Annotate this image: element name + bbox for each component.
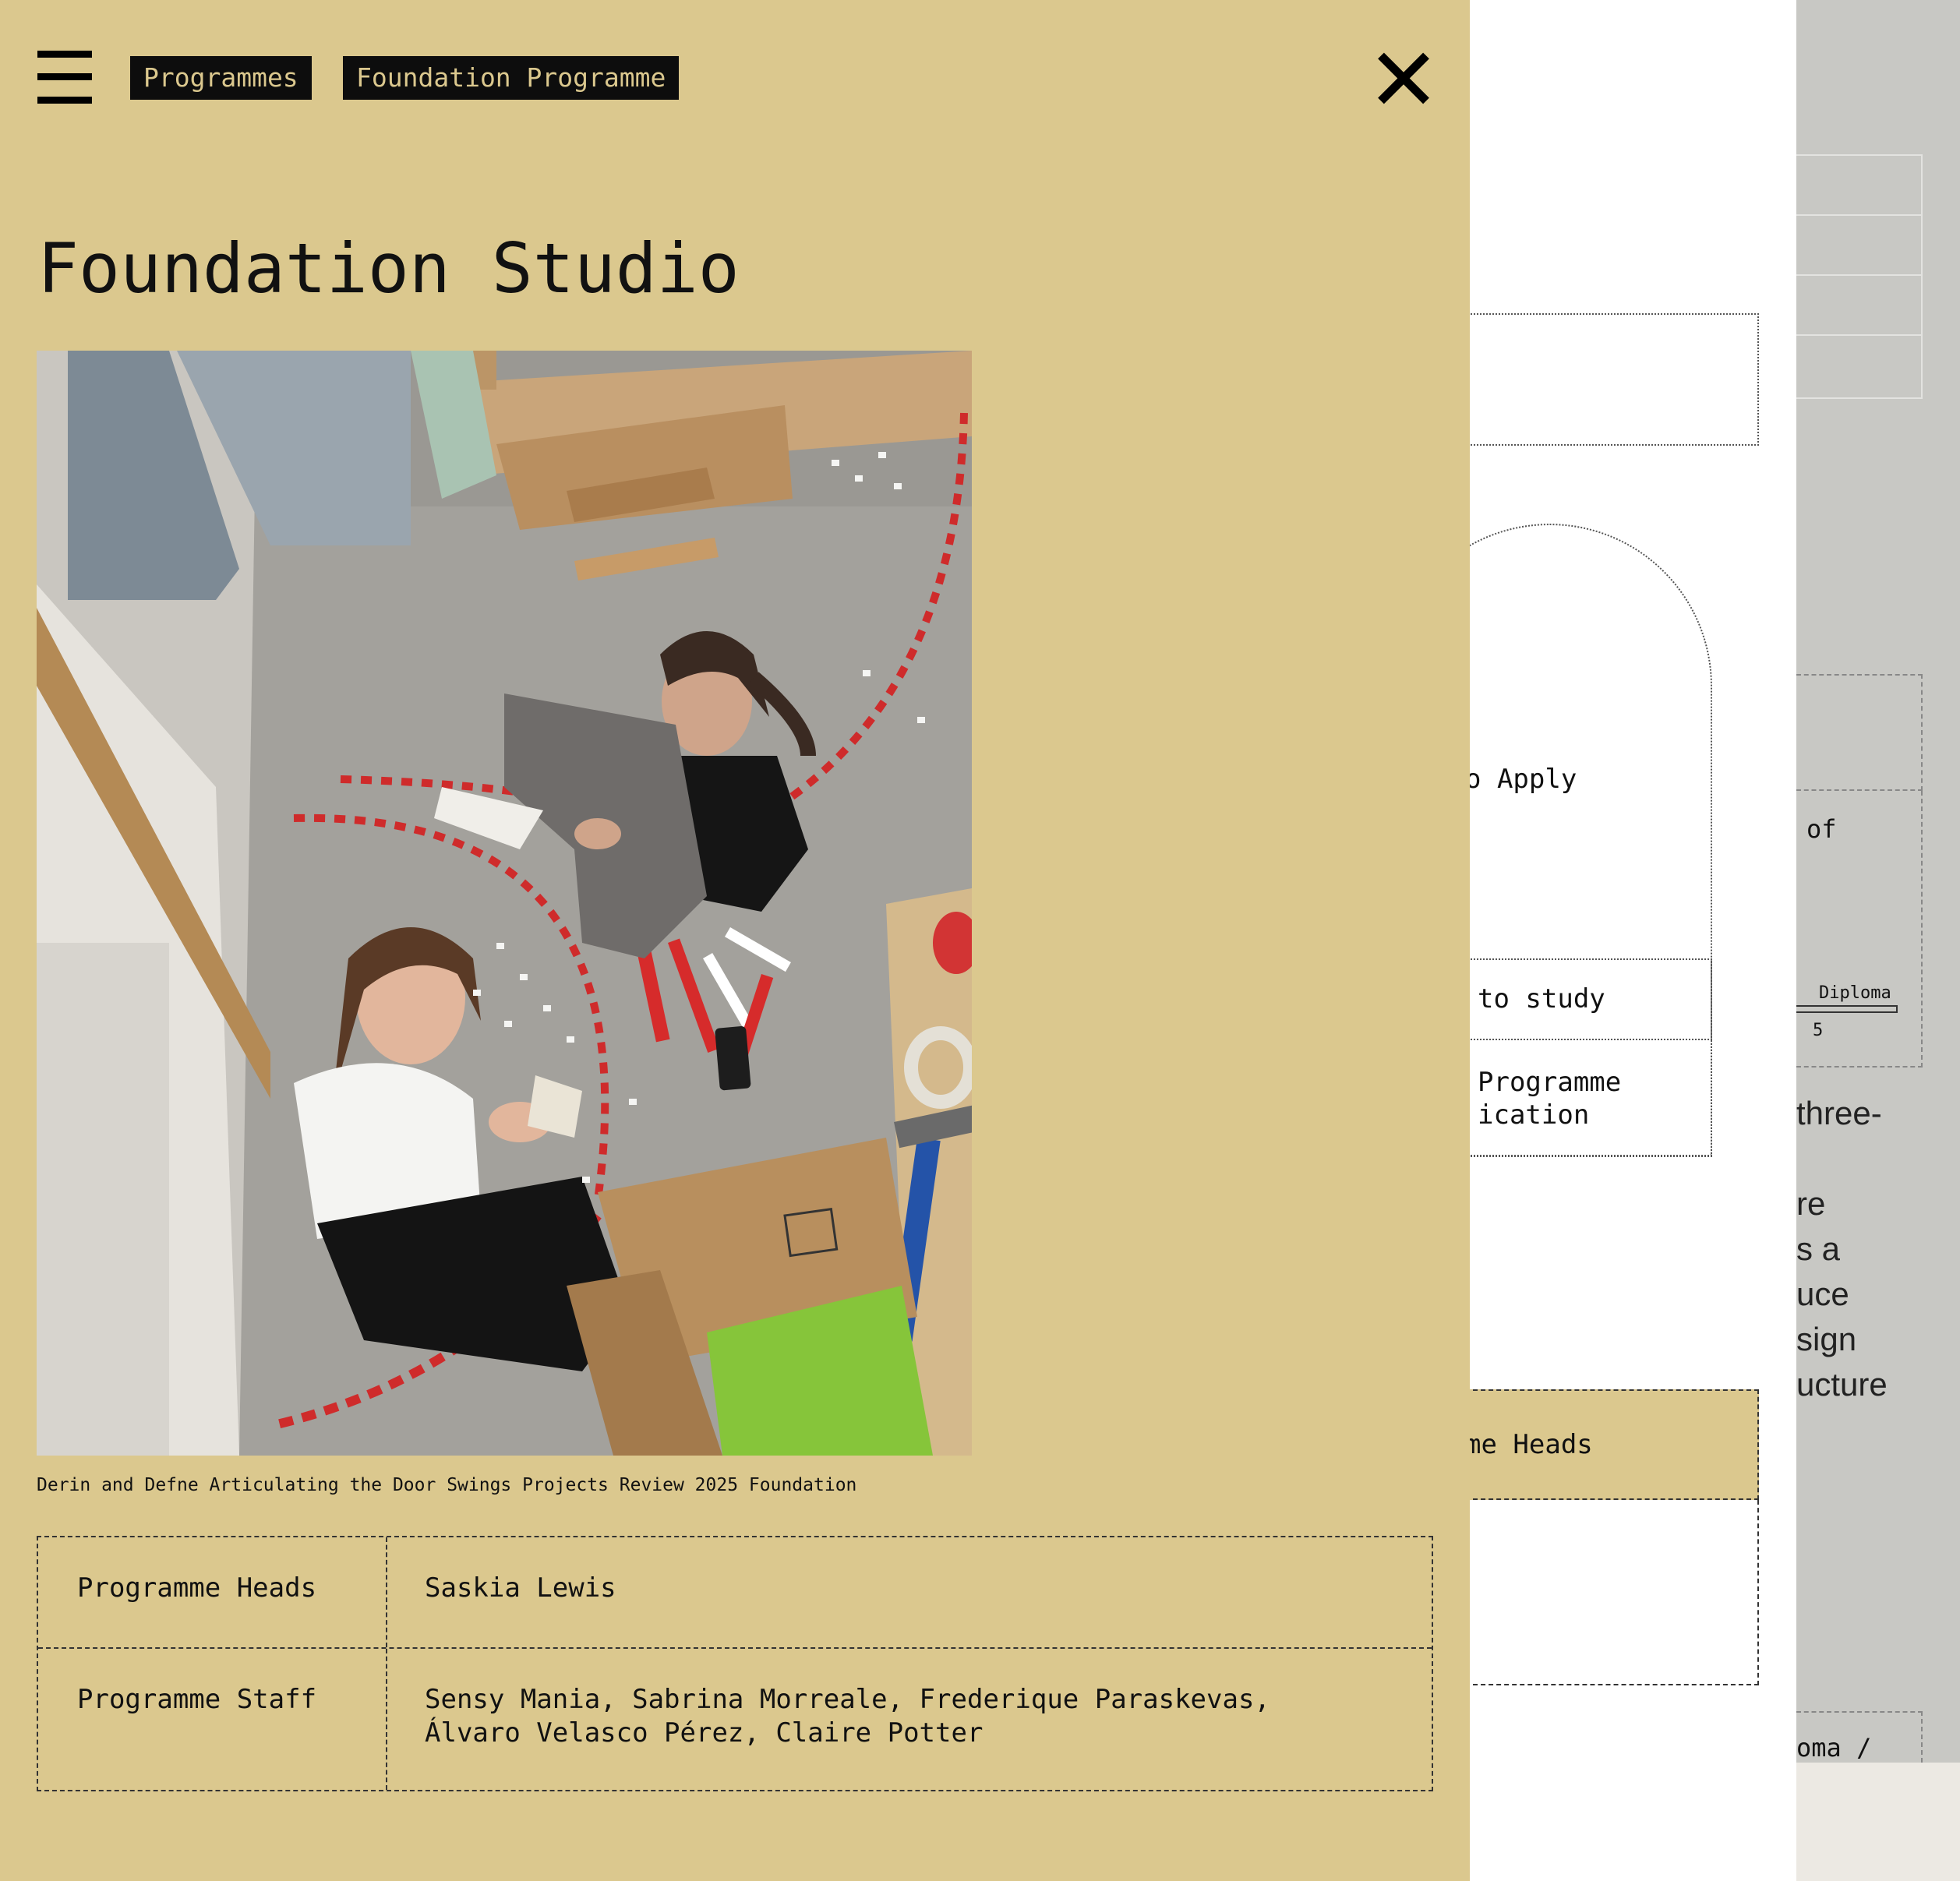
studio-photo bbox=[37, 351, 972, 1456]
background-text: of bbox=[1806, 814, 1837, 844]
breadcrumb-programmes[interactable]: Programmes bbox=[130, 56, 312, 100]
background-diploma-bar bbox=[1796, 1005, 1898, 1013]
info-value: Sensy Mania, Sabrina Morreale, Frederiqu… bbox=[387, 1649, 1432, 1790]
programme-info-table: Programme Heads Saskia Lewis Programme S… bbox=[37, 1536, 1433, 1791]
info-row-heads: Programme Heads Saskia Lewis bbox=[38, 1537, 1432, 1647]
background-paragraph: three- re s a uce sign ucture bbox=[1796, 1095, 1888, 1403]
info-value-line: Álvaro Velasco Pérez, Claire Potter bbox=[425, 1717, 984, 1749]
page-title: Foundation Studio bbox=[37, 228, 740, 309]
info-label: Programme Staff bbox=[38, 1649, 387, 1790]
background-box bbox=[1465, 313, 1759, 446]
breadcrumb-foundation-programme[interactable]: Foundation Programme bbox=[343, 56, 680, 100]
info-row-staff: Programme Staff Sensy Mania, Sabrina Mor… bbox=[38, 1647, 1432, 1790]
background-card bbox=[1796, 674, 1923, 791]
background-bottom-strip bbox=[1796, 1763, 1960, 1881]
hamburger-icon[interactable] bbox=[37, 51, 92, 105]
background-text: oma / bbox=[1796, 1733, 1872, 1763]
info-value-line: Sensy Mania, Sabrina Morreale, Frederiqu… bbox=[425, 1684, 1270, 1715]
background-study-link[interactable]: to study bbox=[1478, 983, 1605, 1015]
info-label: Programme Heads bbox=[38, 1537, 387, 1647]
photo-caption: Derin and Defne Articulating the Door Sw… bbox=[37, 1475, 857, 1495]
background-diploma-label: Diploma bbox=[1819, 983, 1891, 1003]
background-table bbox=[1796, 154, 1923, 399]
close-icon[interactable] bbox=[1376, 51, 1431, 106]
background-programme-link[interactable]: Programme ication bbox=[1478, 1066, 1621, 1131]
background-number: 5 bbox=[1813, 1021, 1824, 1040]
background-box bbox=[1465, 1500, 1759, 1685]
background-heads-label: me Heads bbox=[1465, 1429, 1593, 1460]
background-apply-link[interactable]: o Apply bbox=[1465, 764, 1577, 795]
foundation-studio-panel: Programmes Foundation Programme Foundati… bbox=[0, 0, 1470, 1881]
info-value: Saskia Lewis bbox=[425, 1572, 616, 1604]
